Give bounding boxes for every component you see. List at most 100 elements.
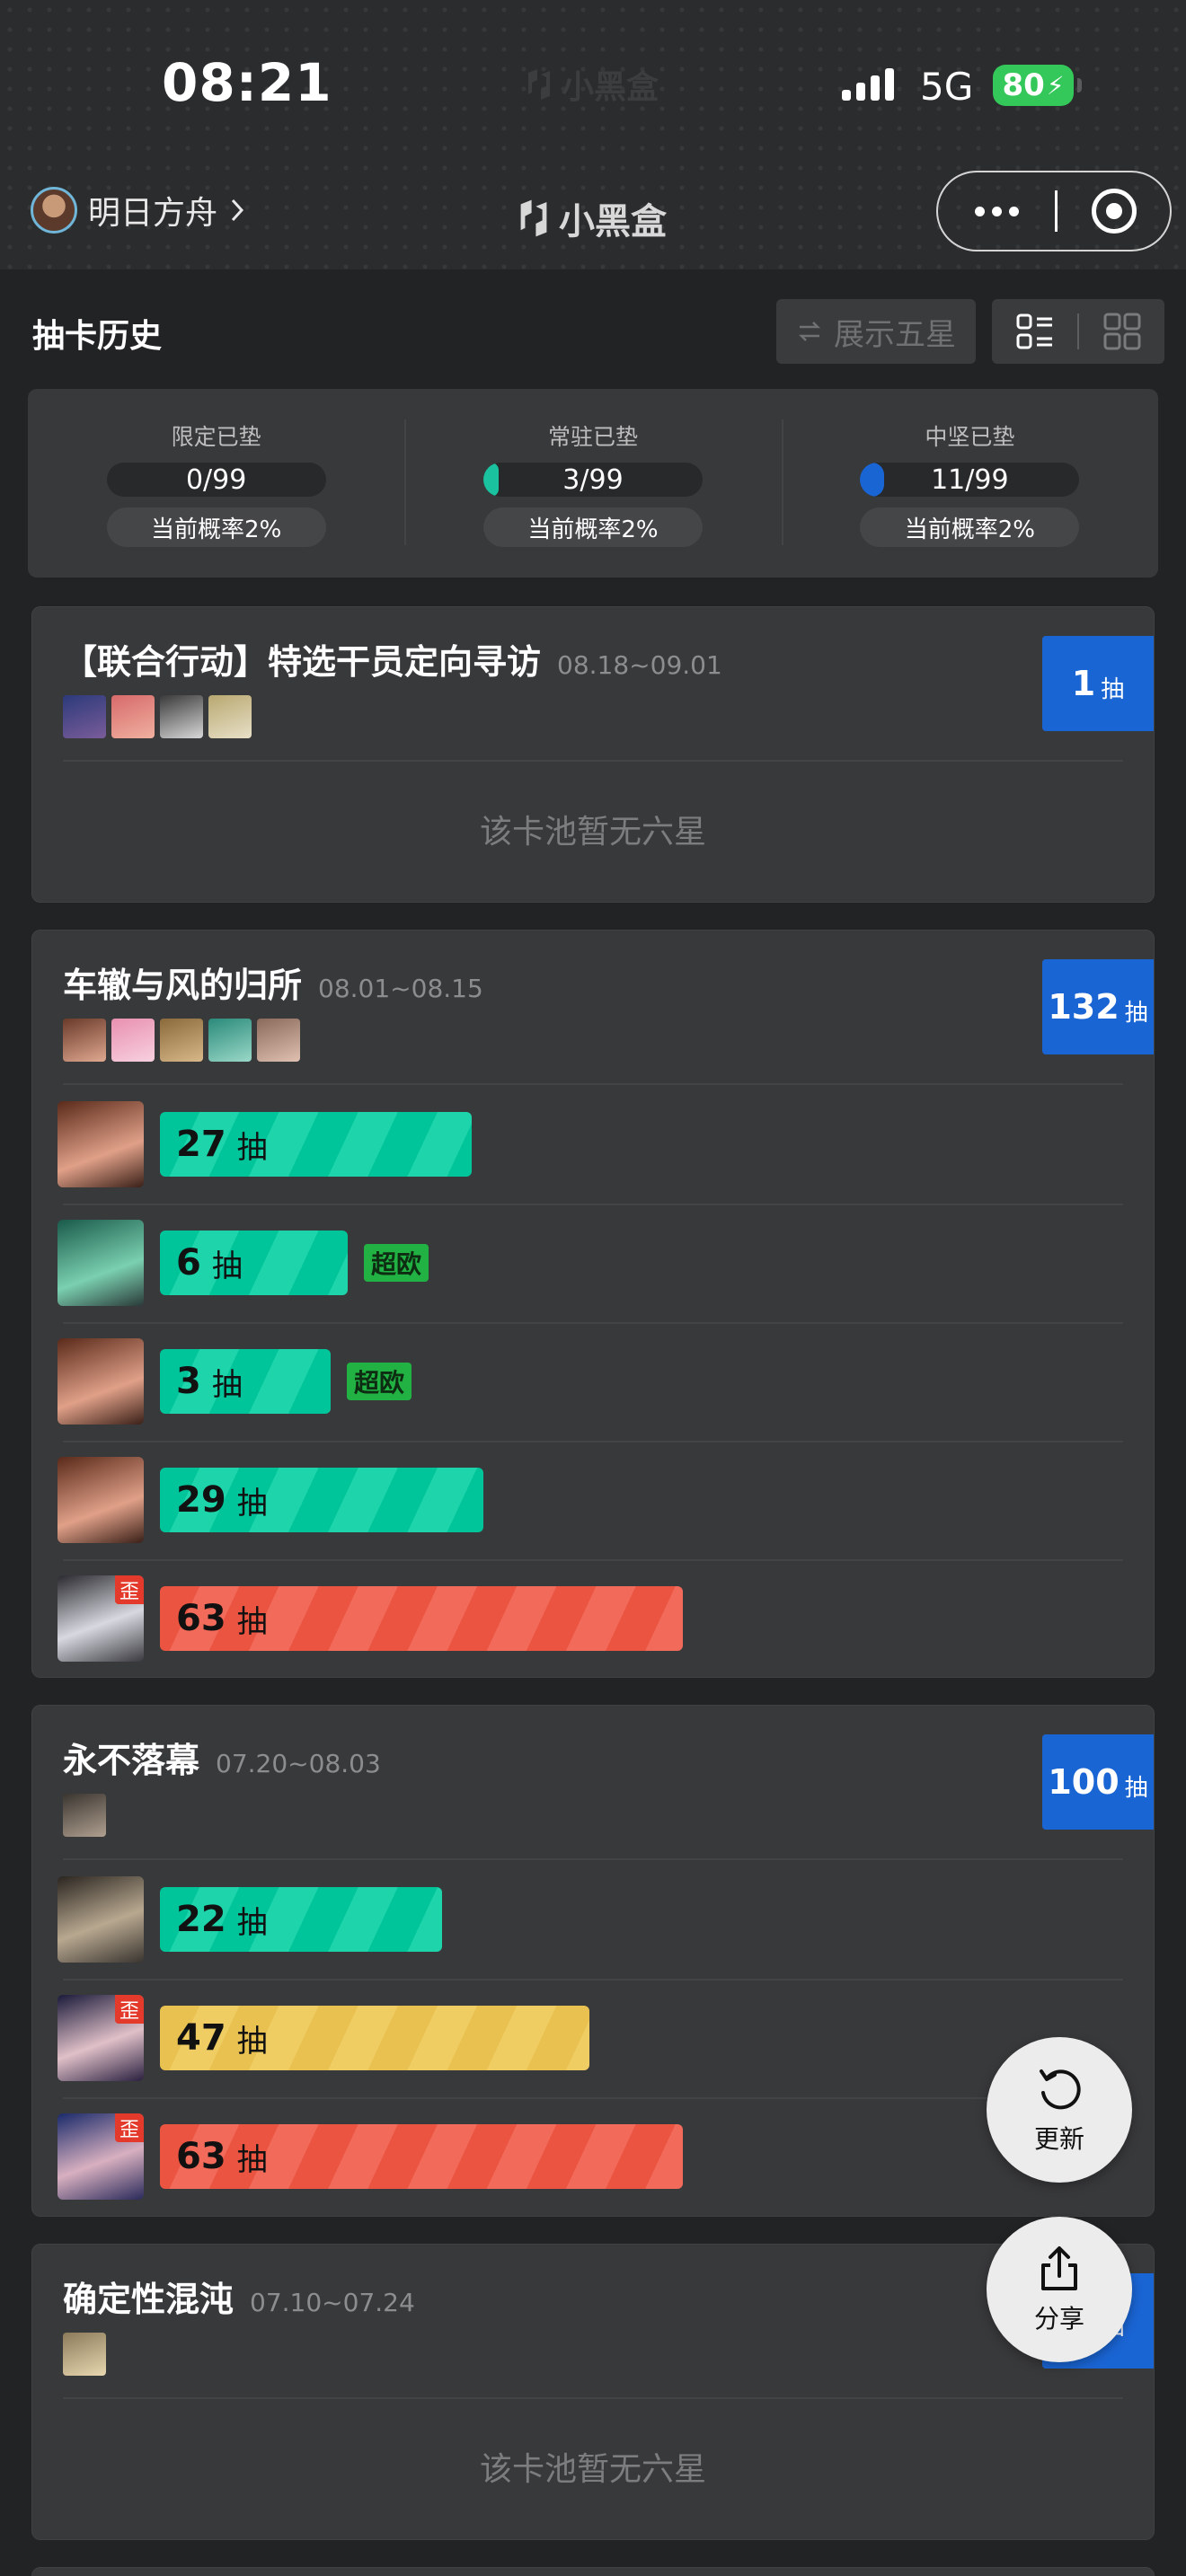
operator-thumbnail [63,1794,106,1837]
pity-core: 中坚已垫 11/99 当前概率2% [781,389,1158,578]
more-icon[interactable] [938,172,1055,250]
status-time: 08:21 [162,52,332,113]
pull-record-row[interactable]: 歪 63 抽 [32,1559,1154,1677]
pull-unit: 抽 [211,1248,243,1284]
pull-record-row[interactable]: 歪 47 抽 [32,1979,1154,2097]
pool-card[interactable]: 永不落幕 07.20~08.03 100 抽 22 抽 歪 47 抽 歪 63 … [31,1705,1155,2217]
operator-portrait [58,1876,144,1963]
pity-label: 常驻已垫 [547,424,638,450]
pull-count: 63 [176,1598,226,1639]
pull-bar: 27 抽 [160,1112,472,1177]
pull-count: 29 [176,1479,226,1521]
pull-count: 22 [176,1899,226,1940]
pull-unit: 抽 [236,2023,268,2060]
operator-thumbnail [257,1019,300,1062]
header: 08:21 小黑盒 5G 80 ⚡ 明日方舟 小黑盒 [0,0,1186,269]
pool-name: 车辙与风的归所 [63,966,303,1005]
pity-progress-bar: 0/99 [106,463,326,497]
pull-record-row[interactable]: 歪 63 抽 [32,2097,1154,2216]
pity-limited: 限定已垫 0/99 当前概率2% [28,389,404,578]
pity-value: 3/99 [562,463,624,496]
operator-portrait: 歪 [58,2113,144,2200]
pool-card[interactable]: 【联合行动】特选干员定向寻访 08.18~09.01 1 抽 该卡池暂无六星 [31,606,1155,903]
battery-level: 80 [1002,67,1045,103]
nav-logo: 小黑盒 [518,192,667,244]
pull-record-row[interactable]: 3 抽 超欧 [32,1322,1154,1441]
pity-rate: 当前概率2% [106,507,326,547]
pull-count-number: 132 [1048,987,1120,1027]
pull-count-number: 1 [1071,664,1096,703]
pity-fill [482,463,500,497]
pool-date: 07.20~08.03 [216,1749,381,1778]
operator-thumbnail [63,695,106,738]
miniprogram-capsule [936,171,1172,251]
game-switcher[interactable]: 明日方舟 [31,187,246,234]
pull-count: 47 [176,2017,226,2059]
pool-operator-row [63,1019,300,1062]
operator-portrait: 歪 [58,1575,144,1662]
pool-header: 车辙与风的归所 08.01~08.15 132 抽 [32,931,1154,1083]
pool-header: 永不落幕 07.20~08.03 100 抽 [32,1706,1154,1858]
pull-bar: 63 抽 [160,2124,683,2189]
heybox-logo-icon [528,69,550,100]
pull-bar: 6 抽 [160,1231,348,1295]
show-five-star-button[interactable]: 展示五星 [776,299,976,364]
pity-standard: 常驻已垫 3/99 当前概率2% [404,389,781,578]
pity-label: 限定已垫 [171,424,261,450]
nav-logo-text: 小黑盒 [559,201,667,243]
lucky-badge: 超欧 [364,1244,429,1282]
list-view-button[interactable] [992,299,1077,364]
heybox-logo-icon [520,199,547,237]
pity-value: 0/99 [185,463,247,496]
pool-title: 【联合行动】特选干员定向寻访 08.18~09.01 [63,634,722,684]
pool-operator-row [63,1794,106,1837]
grid-view-icon [1103,313,1140,350]
pool-card-partial [31,2567,1155,2576]
pull-record-row[interactable]: 22 抽 [32,1860,1154,1979]
nav-bar: 明日方舟 小黑盒 [0,171,1186,269]
operator-thumbnail [160,1019,203,1062]
pull-record-row[interactable]: 6 抽 超欧 [32,1204,1154,1322]
share-button[interactable]: 分享 [987,2217,1132,2362]
pool-date: 07.10~07.24 [250,2288,415,2317]
operator-portrait [58,1338,144,1425]
status-app-watermark: 小黑盒 [526,61,659,108]
refresh-icon [1040,2069,1081,2110]
refresh-button[interactable]: 更新 [987,2037,1132,2183]
refresh-label: 更新 [1033,2124,1084,2154]
game-name: 明日方舟 [88,195,218,232]
pull-count-unit: 抽 [1124,999,1148,1027]
operator-thumbnail [63,1019,106,1062]
pool-card[interactable]: 车辙与风的归所 08.01~08.15 132 抽 27 抽 6 抽 超欧 3 … [31,930,1155,1678]
pull-unit: 抽 [211,1366,243,1403]
pool-date: 08.01~08.15 [318,974,483,1003]
pull-bar: 63 抽 [160,1586,683,1651]
pool-operator-row [63,695,252,738]
pull-record-row[interactable]: 27 抽 [32,1085,1154,1204]
pull-bar: 29 抽 [160,1468,483,1532]
pull-record-row[interactable]: 29 抽 [32,1441,1154,1559]
pool-name: 确定性混沌 [63,2280,235,2319]
pull-unit: 抽 [236,2141,268,2178]
operator-thumbnail [160,695,203,738]
close-target-icon[interactable] [1058,189,1170,234]
pull-unit: 抽 [236,1603,268,1640]
game-avatar [31,187,77,234]
pool-title: 确定性混沌 07.10~07.24 [63,2272,415,2321]
pull-unit: 抽 [236,1129,268,1166]
operator-thumbnail [208,1019,252,1062]
operator-thumbnail [208,695,252,738]
grid-view-button[interactable] [1079,299,1164,364]
operator-portrait [58,1101,144,1187]
operator-thumbnail [111,695,155,738]
operator-thumbnail [63,2333,106,2376]
pull-count: 63 [176,2136,226,2177]
pool-pull-count: 100 抽 [1042,1734,1154,1830]
pool-header: 确定性混沌 07.10~07.24 3 抽 [32,2245,1154,2397]
pity-panel: 限定已垫 0/99 当前概率2% 常驻已垫 3/99 当前概率2% 中坚已垫 1… [28,389,1158,578]
battery-indicator: 80 ⚡ [993,65,1082,106]
list-view-icon [1016,313,1052,349]
off-banner-badge: 歪 [115,1575,144,1604]
operator-portrait [58,1457,144,1543]
swap-icon [798,322,821,341]
